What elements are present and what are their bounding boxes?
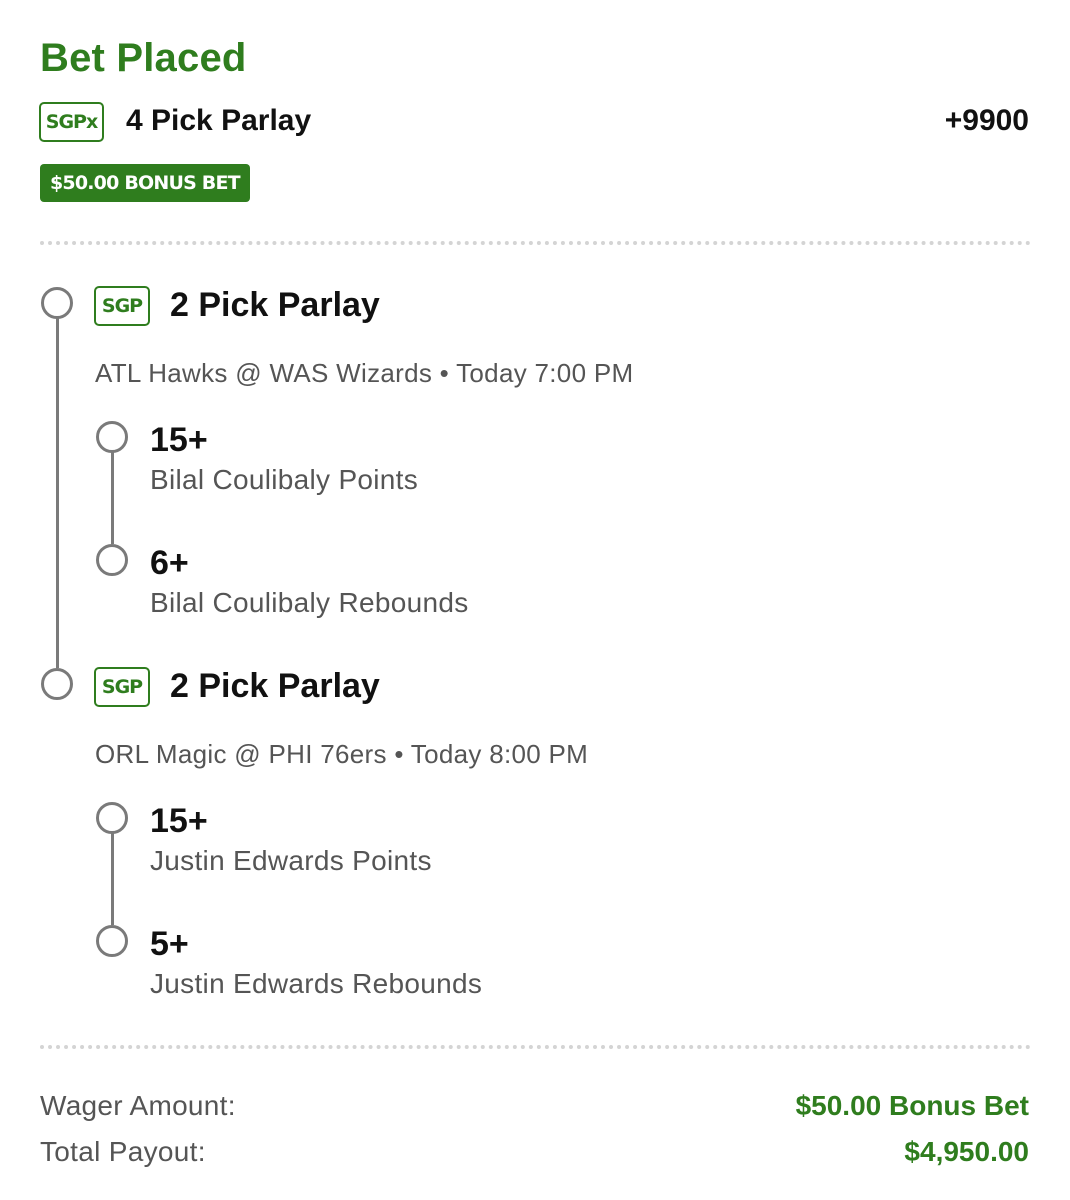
page-title: Bet Placed	[40, 36, 247, 80]
leg-1-title: 2 Pick Parlay	[170, 286, 380, 324]
leg-1-pick-1-desc: Bilal Coulibaly Points	[150, 464, 419, 495]
leg-2-pick-2-desc: Justin Edwards Rebounds	[150, 968, 483, 999]
leg-1-pick-1-value: 15+	[150, 421, 208, 459]
leg-1-pick-2-value: 6+	[150, 544, 189, 582]
wager-amount-label: Wager Amount:	[40, 1090, 236, 1121]
leg-2-pick-2-value: 5+	[150, 925, 189, 963]
leg-1-pick-2-circle-icon	[96, 544, 128, 576]
leg-2-sgp-tag: SGP	[94, 667, 150, 707]
leg-2-pick-1-circle-icon	[96, 802, 128, 834]
leg-2-game-info: ORL Magic @ PHI 76ers • Today 8:00 PM	[95, 739, 589, 769]
bonus-bet-badge: $50.00 BONUS BET	[40, 164, 250, 202]
leg-2-pick-1-desc: Justin Edwards Points	[150, 845, 432, 876]
leg-1-game-info: ATL Hawks @ WAS Wizards • Today 7:00 PM	[95, 358, 634, 388]
leg-2-inner-timeline-line	[111, 833, 114, 925]
leg-1-sgp-tag: SGP	[94, 286, 150, 326]
leg-2-title: 2 Pick Parlay	[170, 667, 380, 705]
leg-2-pick-2-circle-icon	[96, 925, 128, 957]
leg-1-circle-icon	[41, 287, 73, 319]
leg-1-pick-1-circle-icon	[96, 421, 128, 453]
leg-1-pick-2-desc: Bilal Coulibaly Rebounds	[150, 587, 469, 618]
divider-top	[40, 241, 1031, 245]
sgpx-tag: SGPx	[39, 102, 104, 142]
parlay-odds: +9900	[944, 104, 1029, 137]
leg-2-circle-icon	[41, 668, 73, 700]
parlay-title: 4 Pick Parlay	[126, 104, 312, 137]
total-payout-value: $4,950.00	[904, 1136, 1029, 1167]
total-payout-label: Total Payout:	[40, 1136, 206, 1167]
wager-amount-value: $50.00 Bonus Bet	[795, 1090, 1029, 1121]
leg-1-inner-timeline-line	[111, 452, 114, 544]
divider-bottom	[40, 1045, 1031, 1049]
leg-2-pick-1-value: 15+	[150, 802, 208, 840]
outer-timeline-line	[56, 318, 59, 668]
